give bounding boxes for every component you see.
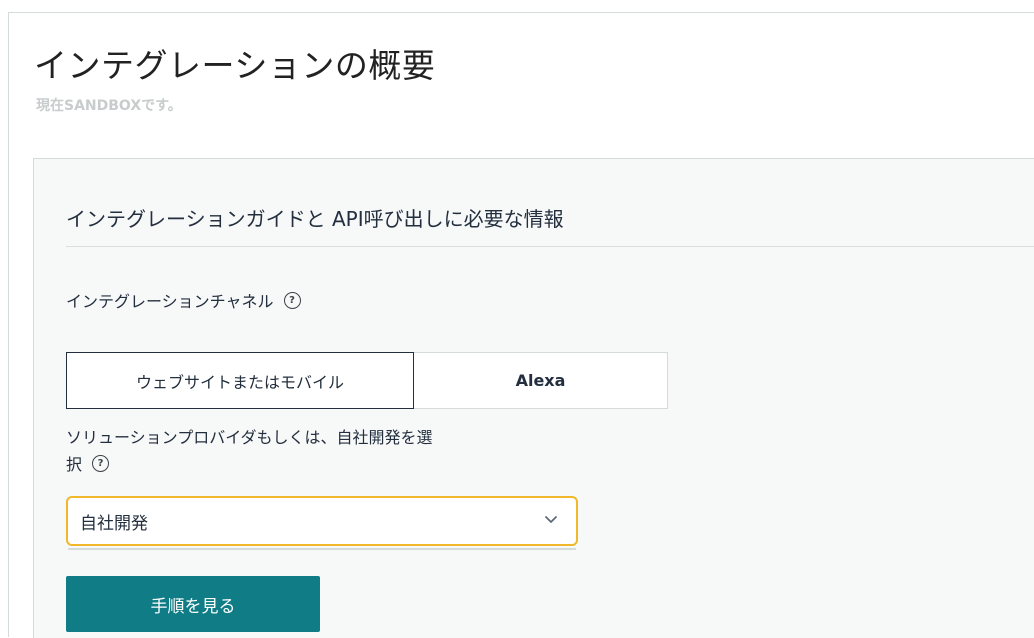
integration-overview-panel: インテグレーションの概要 現在SANDBOXです。 インテグレーションガイドと … [8, 12, 1034, 638]
provider-select[interactable]: 自社開発 [66, 496, 578, 546]
provider-label-line1: ソリューションプロバイダもしくは、自社開発を選 [66, 428, 433, 447]
view-steps-button[interactable]: 手順を見る [66, 576, 320, 632]
provider-label: ソリューションプロバイダもしくは、自社開発を選 [66, 424, 433, 451]
question-circle-icon[interactable]: ? [283, 292, 301, 309]
integration-channel-label: インテグレーションチャネル? [66, 288, 301, 315]
page-title: インテグレーションの概要 [34, 46, 436, 85]
integration-channel-selector: ウェブサイトまたはモバイル Alexa [66, 352, 668, 409]
integration-channel-label-text: インテグレーションチャネル [66, 292, 274, 311]
chevron-down-icon [545, 516, 557, 523]
environment-status: 現在SANDBOXです。 [36, 98, 182, 114]
card-title: インテグレーションガイドと API呼び出しに必要な情報 [66, 207, 564, 231]
select-underline [68, 548, 576, 550]
integration-info-card: インテグレーションガイドと API呼び出しに必要な情報 インテグレーションチャネ… [33, 158, 1034, 638]
card-divider [66, 246, 1034, 247]
channel-option-web-mobile[interactable]: ウェブサイトまたはモバイル [66, 352, 414, 409]
channel-option-alexa[interactable]: Alexa [414, 352, 668, 409]
question-circle-icon[interactable]: ? [92, 455, 110, 472]
provider-select-value: 自社開発 [80, 513, 148, 534]
provider-label-line2: 択 [66, 455, 83, 474]
provider-label-continued: 択? [66, 451, 110, 478]
